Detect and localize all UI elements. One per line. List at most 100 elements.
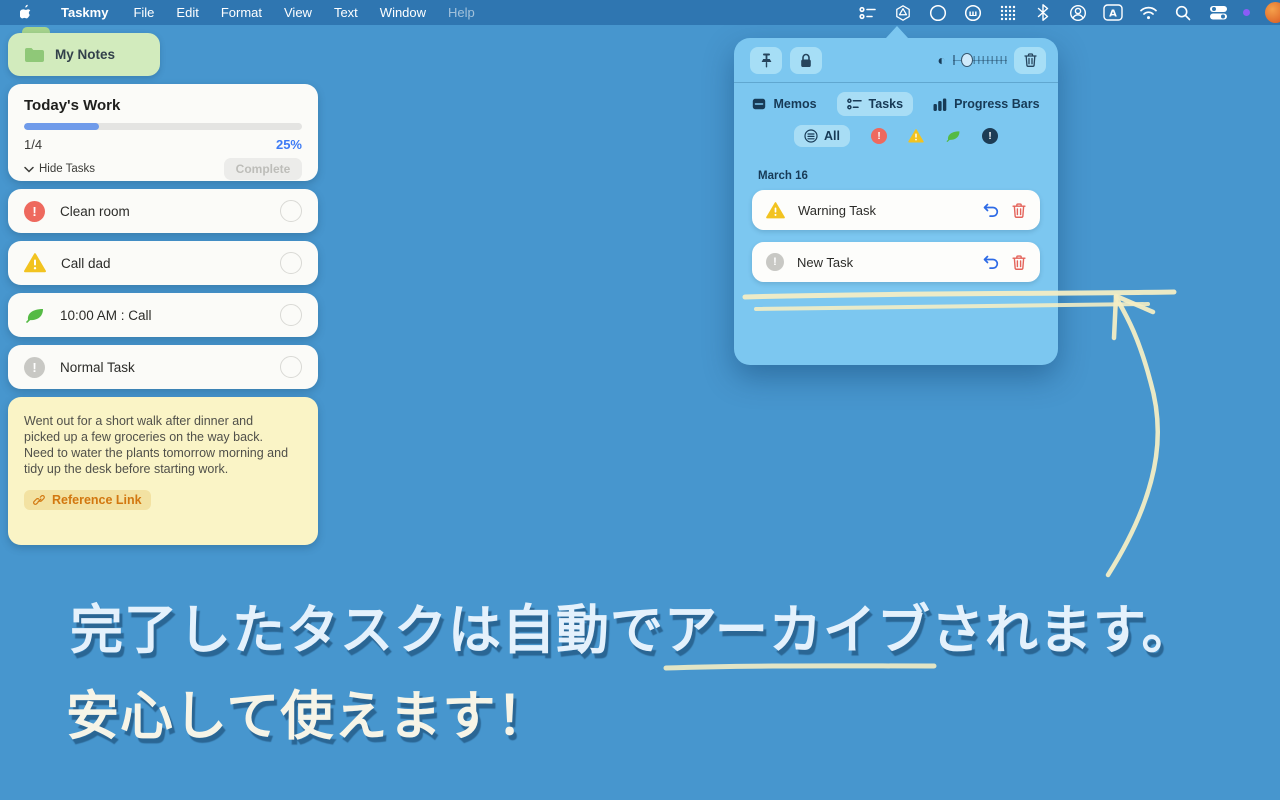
lock-button[interactable] — [790, 46, 822, 74]
spotlight-search-icon[interactable] — [1173, 3, 1193, 23]
svg-text:ш: ш — [969, 9, 978, 18]
memo-text-line: tidy up the desk before starting work. — [24, 462, 229, 476]
memo-icon — [753, 98, 766, 110]
task-row-normal[interactable]: ! Normal Task — [8, 345, 318, 389]
filter-scheduled[interactable] — [945, 129, 961, 143]
tab-tasks[interactable]: Tasks — [836, 92, 914, 116]
opacity-slider[interactable] — [953, 53, 1007, 67]
memo-text-line: Went out for a short walk after dinner a… — [24, 414, 254, 428]
complete-button[interactable]: Complete — [224, 158, 302, 180]
memo-text-line: Need to water the plants tomorrow mornin… — [24, 446, 289, 460]
undo-icon — [983, 255, 999, 269]
taskmy-status-icon[interactable] — [858, 3, 878, 23]
pin-button[interactable] — [750, 46, 782, 74]
popup-divider — [734, 82, 1058, 83]
control-center-icon[interactable] — [1208, 3, 1228, 23]
tab-progress-bars[interactable]: Progress Bars — [923, 92, 1049, 116]
task-label: Call dad — [61, 255, 111, 271]
caption-line-2: 安心して使えます！ — [66, 687, 551, 746]
menu-window[interactable]: Window — [369, 5, 437, 20]
menu-edit[interactable]: Edit — [165, 5, 209, 20]
bluetooth-icon[interactable] — [1033, 3, 1053, 23]
caption-line-1: 完了したタスクは自動でアーカイブされます。 — [70, 601, 1196, 660]
task-label: New Task — [797, 254, 854, 270]
tasks-icon — [846, 98, 862, 110]
menu-view[interactable]: View — [273, 5, 323, 20]
undo-button[interactable] — [983, 255, 999, 269]
input-source-icon[interactable]: A — [1103, 3, 1123, 23]
leaf-icon — [946, 131, 960, 142]
link-icon — [33, 494, 45, 505]
menu-bar: Taskmy File Edit Format View Text Window… — [0, 0, 1280, 25]
normal-icon: ! — [766, 253, 784, 271]
apple-menu-icon[interactable] — [0, 4, 47, 21]
popup-filters: All ! ! — [734, 125, 1058, 147]
filter-normal[interactable]: ! — [981, 128, 998, 144]
normal-icon: ! — [24, 356, 45, 378]
progress-bar — [24, 123, 302, 130]
task-row-warning[interactable]: Call dad — [8, 241, 318, 285]
undo-button[interactable] — [983, 203, 999, 217]
task-trash-button[interactable] — [1012, 202, 1026, 218]
svg-text:A: A — [1109, 9, 1117, 20]
folder-icon — [24, 47, 45, 63]
notes-group-label: My Notes — [55, 47, 116, 62]
taskmy-popup: ◐ Memos Tasks Progress Bars All ! ! Marc… — [734, 38, 1058, 365]
task-checkbox[interactable] — [280, 304, 302, 326]
openai-icon[interactable] — [893, 3, 913, 23]
task-row-urgent[interactable]: ! Clean room — [8, 189, 318, 233]
hide-tasks-toggle[interactable]: Hide Tasks — [24, 163, 95, 175]
trash-icon — [1012, 202, 1026, 218]
task-label: Warning Task — [798, 202, 877, 218]
progress-fraction: 1/4 — [24, 137, 43, 152]
reference-link[interactable]: Reference Link — [24, 490, 151, 510]
notes-group[interactable]: My Notes — [8, 33, 160, 76]
user-status-icon[interactable] — [1068, 3, 1088, 23]
memo-text-line: picked up a few groceries on the way bac… — [24, 430, 264, 444]
tab-memos[interactable]: Memos — [742, 92, 826, 116]
task-checkbox[interactable] — [280, 356, 302, 378]
popup-trash-button[interactable] — [1014, 46, 1046, 74]
progress-bars-icon — [933, 98, 947, 111]
popup-pointer — [886, 26, 908, 38]
memo-card[interactable]: Went out for a short walk after dinner a… — [8, 397, 318, 545]
lock-icon — [801, 53, 811, 67]
menu-text[interactable]: Text — [323, 5, 369, 20]
task-trash-button[interactable] — [1012, 254, 1026, 270]
slider-knob[interactable] — [961, 53, 973, 67]
menu-file[interactable]: File — [122, 5, 165, 20]
wifi-icon[interactable] — [1138, 3, 1158, 23]
progress-bar-fill — [24, 123, 100, 130]
popup-task-normal[interactable]: ! New Task — [752, 242, 1040, 282]
chevron-down-icon — [24, 166, 34, 173]
filter-all[interactable]: All — [794, 125, 850, 147]
popup-header: ◐ — [734, 38, 1058, 82]
task-checkbox[interactable] — [280, 200, 302, 222]
progress-card: Today's Work 1/4 25% Hide Tasks Complete — [8, 84, 318, 181]
w-circle-icon[interactable]: ш — [963, 3, 983, 23]
warning-icon — [908, 129, 924, 143]
filter-all-icon — [804, 129, 818, 143]
filter-urgent[interactable]: ! — [870, 128, 887, 144]
task-checkbox[interactable] — [280, 252, 302, 274]
menu-help[interactable]: Help — [437, 5, 486, 20]
trash-icon — [1012, 254, 1026, 270]
task-label: Normal Task — [60, 359, 135, 375]
urgent-icon: ! — [24, 200, 45, 222]
grid-dots-icon[interactable] — [998, 3, 1018, 23]
pin-icon — [761, 53, 771, 67]
circle-status-icon[interactable] — [928, 3, 948, 23]
contrast-icon: ◐ — [937, 52, 946, 68]
task-row-scheduled[interactable]: 10:00 AM : Call — [8, 293, 318, 337]
task-label: Clean room — [60, 203, 130, 219]
trash-icon — [1023, 53, 1037, 67]
leaf-icon — [24, 306, 45, 324]
progress-percent: 25% — [275, 137, 302, 152]
app-menu-title[interactable]: Taskmy — [47, 5, 122, 20]
orange-avatar-icon[interactable] — [1265, 2, 1280, 23]
menu-format[interactable]: Format — [210, 5, 273, 20]
popup-task-warning[interactable]: Warning Task — [752, 190, 1040, 230]
filter-warning[interactable] — [908, 129, 924, 143]
undo-icon — [983, 203, 999, 217]
task-label: 10:00 AM : Call — [60, 307, 152, 323]
